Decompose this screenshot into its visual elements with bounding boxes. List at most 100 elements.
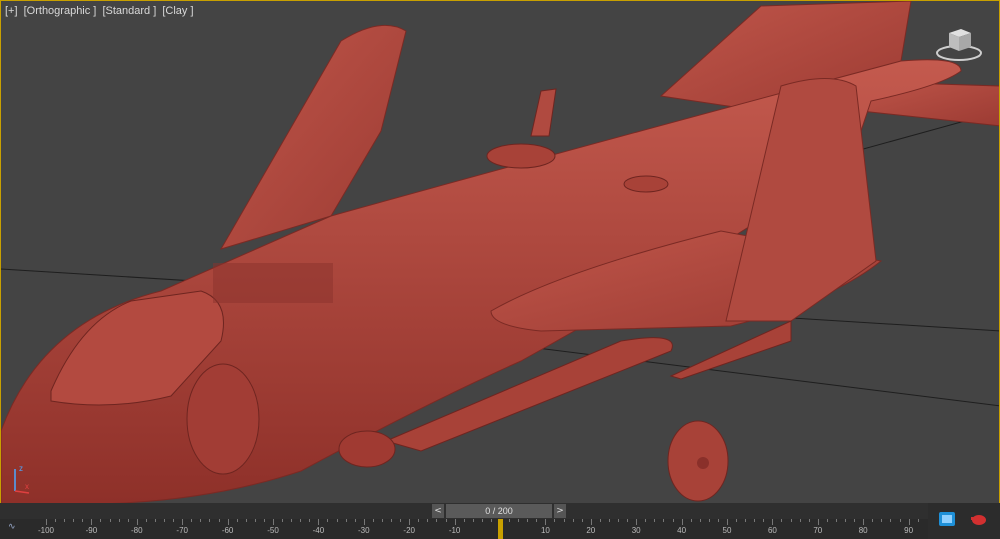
small-fairing (623, 175, 669, 193)
frame-counter[interactable]: 0 / 200 (446, 504, 552, 518)
ruler-minor-tick (699, 519, 701, 522)
ruler-label: -20 (403, 526, 415, 535)
viewport-menu-shading-style[interactable]: [Standard ] (102, 5, 156, 17)
ruler-label: 40 (677, 526, 687, 535)
ruler-minor-tick (618, 519, 620, 522)
ruler-minor-tick (291, 519, 293, 522)
ruler-minor-tick (754, 519, 756, 522)
frame-ruler[interactable]: -100-90-80-70-60-50-40-30-20-10010203040… (38, 519, 928, 539)
ruler-minor-tick (372, 519, 374, 522)
ruler-major-tick (273, 519, 274, 525)
viewcube-icon[interactable] (935, 23, 983, 63)
ruler-minor-tick (55, 519, 57, 522)
viewport-menu-plus[interactable]: [+] (5, 5, 18, 17)
curve-editor-icon[interactable]: ∿ (8, 522, 30, 536)
ruler-minor-tick (445, 519, 447, 522)
viewport-label: [+] [Orthographic ] [Standard ] [Clay ] (5, 5, 197, 17)
ruler-major-tick (46, 519, 47, 525)
ruler-minor-tick (645, 519, 647, 522)
ruler-minor-tick (763, 519, 765, 522)
ruler-minor-tick (799, 519, 801, 522)
antenna (530, 88, 557, 137)
ruler-minor-tick (336, 519, 338, 522)
ruler-minor-tick (82, 519, 84, 522)
ruler-minor-tick (154, 519, 156, 522)
viewport-config-icon[interactable] (938, 511, 956, 527)
prev-frame-button[interactable]: < (432, 504, 444, 518)
ruler-major-tick (727, 519, 728, 525)
ruler-minor-tick (145, 519, 147, 522)
ruler-major-tick (817, 519, 819, 525)
ruler-minor-tick (736, 519, 738, 522)
ruler-major-tick (681, 519, 683, 525)
ruler-major-tick (863, 519, 865, 525)
ruler-label: -40 (312, 526, 325, 535)
ruler-minor-tick (608, 519, 610, 522)
ruler-major-tick (136, 519, 138, 525)
ruler-label: -50 (267, 526, 279, 535)
ruler-minor-tick (100, 519, 102, 522)
ruler-minor-tick (327, 519, 329, 522)
next-frame-button[interactable]: > (554, 504, 566, 518)
render-teapot-icon[interactable] (970, 511, 988, 527)
viewport-menu-display-mode[interactable]: [Clay ] (162, 5, 193, 17)
ruler-minor-tick (263, 519, 265, 522)
ruler-minor-tick (64, 519, 66, 522)
ruler-minor-tick (790, 519, 792, 522)
ruler-major-tick (908, 519, 910, 525)
viewport-menu-view[interactable]: [Orthographic ] (24, 5, 97, 17)
ruler-label: 90 (904, 526, 914, 535)
nose-wheel (338, 430, 396, 468)
ruler-minor-tick (490, 519, 492, 522)
ruler-label: -30 (358, 526, 370, 535)
ruler-minor-tick (436, 519, 438, 522)
ruler-minor-tick (527, 519, 529, 522)
ruler-minor-tick (627, 519, 629, 522)
outrigger-pod (669, 320, 792, 380)
ruler-minor-tick (73, 519, 75, 522)
ruler-minor-tick (845, 519, 847, 522)
ruler-minor-tick (354, 519, 356, 522)
time-slider[interactable]: < 0 / 200 > (432, 504, 566, 518)
ruler-label: -80 (131, 526, 143, 535)
scene-canvas[interactable] (1, 1, 1000, 503)
ruler-minor-tick (191, 519, 193, 522)
ruler-minor-tick (581, 519, 583, 522)
ruler-minor-tick (745, 519, 747, 522)
ruler-minor-tick (881, 519, 883, 522)
ruler-label: 70 (813, 526, 823, 535)
ruler-minor-tick (890, 519, 892, 522)
ruler-minor-tick (835, 519, 837, 522)
ruler-label: 20 (586, 526, 596, 535)
ruler-label: 30 (631, 526, 641, 535)
ruler-label: 60 (767, 526, 777, 535)
ruler-minor-tick (854, 519, 856, 522)
ruler-minor-tick (690, 519, 692, 522)
ruler-major-tick (363, 519, 365, 525)
ruler-major-tick (454, 519, 456, 525)
ruler-minor-tick (899, 519, 901, 522)
ruler-minor-tick (554, 519, 556, 522)
ruler-major-tick (590, 519, 592, 525)
ruler-minor-tick (672, 519, 674, 522)
ruler-minor-tick (808, 519, 810, 522)
ruler-minor-tick (200, 519, 202, 522)
ruler-minor-tick (427, 519, 429, 522)
viewport[interactable]: [+] [Orthographic ] [Standard ] [Clay ] … (0, 0, 1000, 503)
ruler-minor-tick (509, 519, 511, 522)
ruler-label: -70 (176, 526, 188, 535)
playhead[interactable] (498, 519, 503, 539)
ruler-minor-tick (345, 519, 347, 522)
ruler-minor-tick (118, 519, 120, 522)
ruler-minor-tick (391, 519, 393, 522)
ruler-major-tick (409, 519, 411, 525)
ruler-minor-tick (563, 519, 565, 522)
ruler-minor-tick (463, 519, 465, 522)
ruler-minor-tick (917, 519, 919, 522)
dorsal-fairing (486, 143, 556, 169)
axis-tripod-icon: z x (14, 464, 30, 494)
ruler-minor-tick (245, 519, 247, 522)
ruler-label: -10 (448, 526, 461, 535)
ruler-minor-tick (109, 519, 111, 522)
ruler-label: -60 (221, 526, 234, 535)
